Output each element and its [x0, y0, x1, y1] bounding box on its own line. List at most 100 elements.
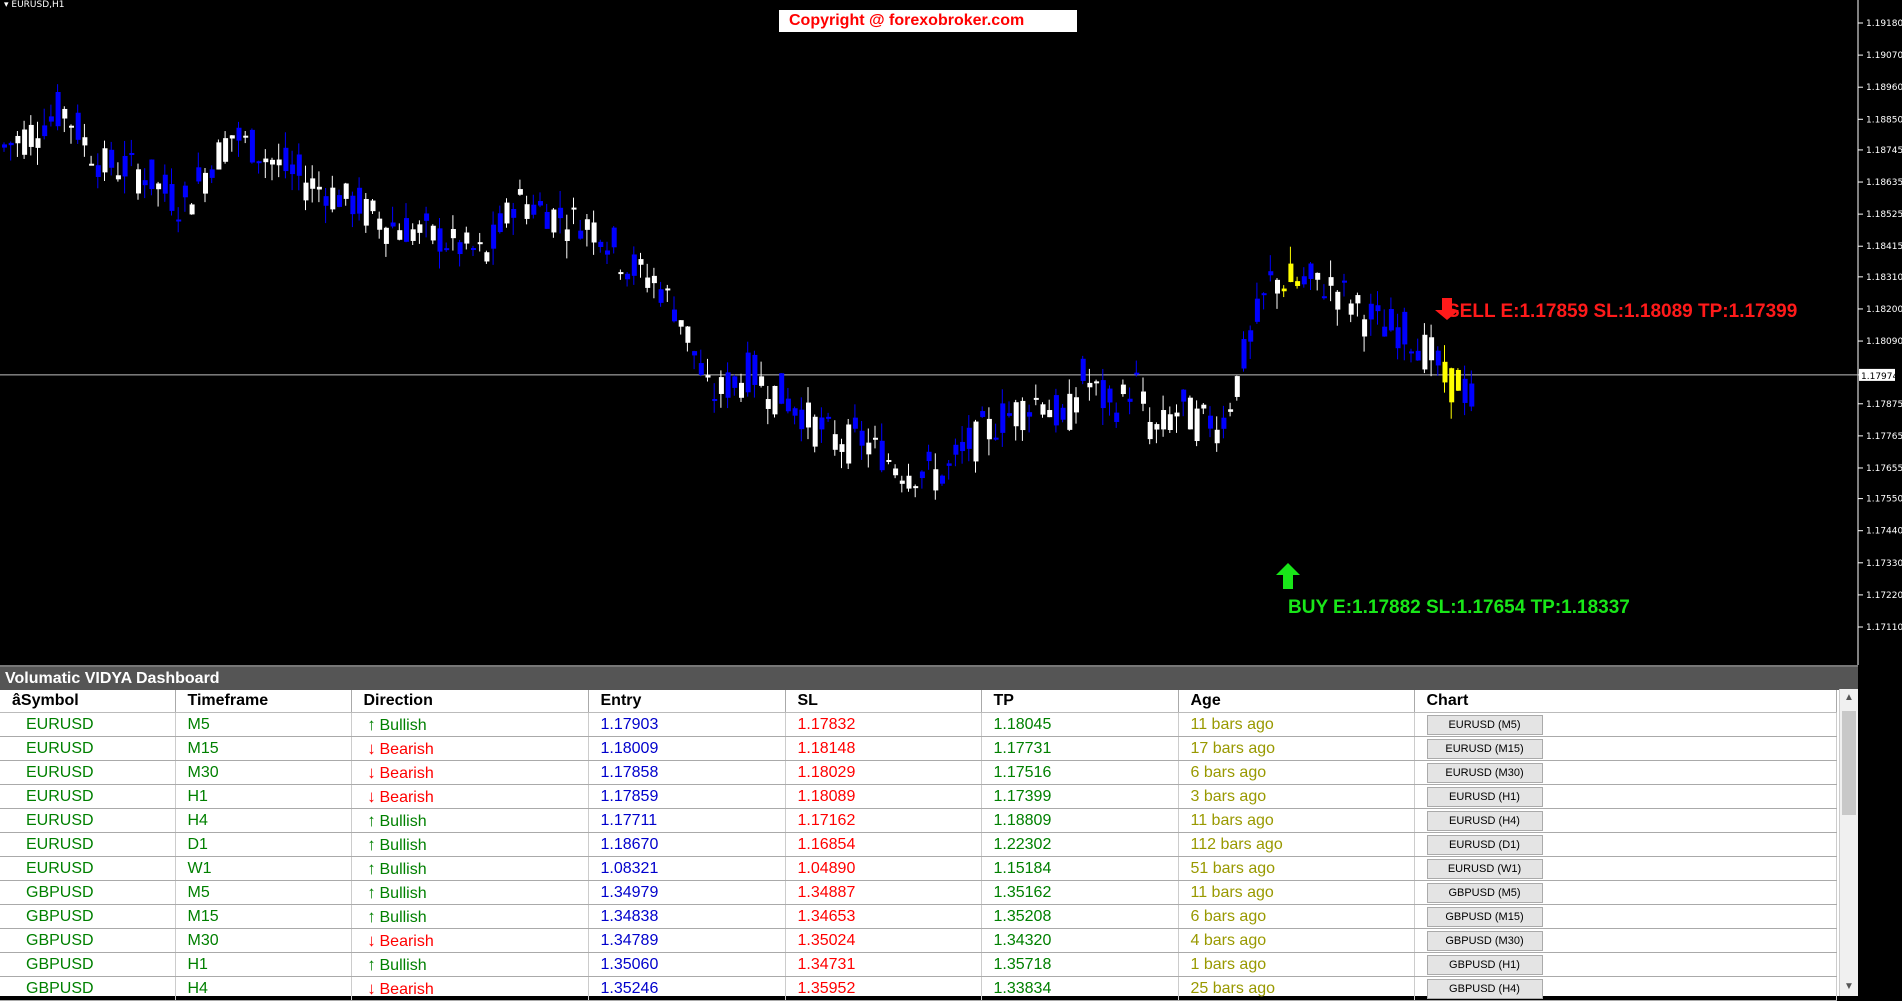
- candle-body: [819, 417, 825, 430]
- candle-body: [993, 437, 999, 440]
- symbol-cell: GBPUSD: [0, 952, 176, 977]
- candle-body: [1409, 351, 1414, 354]
- chart-cell: EURUSD (M30): [1414, 760, 1837, 785]
- tp-cell: 1.18045: [981, 712, 1179, 737]
- scroll-thumb[interactable]: [1842, 711, 1856, 815]
- symbol-cell: GBPUSD: [0, 904, 176, 929]
- candle-body: [109, 149, 115, 168]
- direction-cell: ↑ Bullish: [351, 808, 589, 833]
- direction-cell: ↑ Bullish: [351, 952, 589, 977]
- table-row: GBPUSD H1 ↑ Bullish 1.35060 1.34731 1.35718 1 b…: [0, 952, 1837, 977]
- candle-body: [1161, 410, 1167, 430]
- candle-body: [524, 204, 530, 219]
- direction-text: Bullish: [379, 884, 427, 902]
- candle-body: [75, 112, 81, 140]
- candle-body: [229, 135, 235, 139]
- candle-body: [350, 195, 356, 215]
- scroll-down-icon[interactable]: ▼: [1840, 978, 1858, 996]
- direction-text: Bearish: [379, 980, 434, 998]
- open-chart-button[interactable]: EURUSD (H4): [1426, 810, 1543, 831]
- table-row: GBPUSD H4 ↓ Bearish 1.35246 1.35952 1.33834 25 …: [0, 976, 1837, 1001]
- candlestick-chart[interactable]: 1.19180 1.19070 1.18960 1.18850 1.18745 1.186…: [0, 0, 1902, 665]
- candle-body: [102, 148, 108, 173]
- candle-body: [276, 159, 282, 166]
- column-header-age[interactable]: Age: [1178, 690, 1415, 713]
- candle-body: [1455, 369, 1461, 391]
- candle-body: [303, 182, 309, 201]
- candle-body: [852, 417, 858, 429]
- symbol-cell: GBPUSD: [0, 928, 176, 953]
- chart-cell: EURUSD (H4): [1414, 808, 1837, 833]
- candle-body: [363, 199, 369, 226]
- open-chart-button[interactable]: GBPUSD (H1): [1426, 954, 1543, 975]
- candle-body: [182, 185, 188, 198]
- chart-cell: EURUSD (M5): [1414, 712, 1837, 737]
- vertical-scrollbar[interactable]: ▲ ▼: [1839, 689, 1858, 996]
- candle-body: [873, 437, 878, 440]
- candle-body: [926, 451, 932, 462]
- column-header-tp[interactable]: TP: [981, 690, 1179, 713]
- open-chart-button[interactable]: EURUSD (H1): [1426, 786, 1543, 807]
- table-row: EURUSD M30 ↓ Bearish 1.17858 1.18029 1.17516 6 …: [0, 760, 1837, 785]
- open-chart-button[interactable]: GBPUSD (M5): [1426, 882, 1543, 903]
- candle-body: [966, 427, 972, 449]
- column-header-timeframe[interactable]: Timeframe: [175, 690, 352, 713]
- open-chart-button[interactable]: EURUSD (M30): [1426, 762, 1543, 783]
- column-header-chart[interactable]: Chart: [1414, 690, 1837, 713]
- candle-body: [410, 229, 416, 241]
- price-chart[interactable]: 1.19180 1.19070 1.18960 1.18850 1.18745 1.186…: [0, 0, 1902, 665]
- tp-cell: 1.35162: [981, 880, 1179, 905]
- scroll-up-icon[interactable]: ▲: [1840, 689, 1858, 707]
- open-chart-button[interactable]: EURUSD (M5): [1426, 714, 1543, 735]
- entry-cell: 1.18009: [588, 736, 786, 761]
- candle-body: [169, 184, 175, 211]
- candle-body: [149, 159, 155, 190]
- candle-body: [705, 375, 711, 378]
- direction-cell: ↓ Bearish: [351, 784, 589, 809]
- column-header-direction[interactable]: Direction: [351, 690, 589, 713]
- entry-cell: 1.34979: [588, 880, 786, 905]
- candle-body: [136, 169, 141, 194]
- candle-body: [645, 277, 651, 288]
- candle-body: [658, 289, 664, 303]
- column-header-symbol[interactable]: âSymbol: [0, 690, 176, 713]
- open-chart-button[interactable]: EURUSD (W1): [1426, 858, 1543, 879]
- candle-body: [792, 408, 798, 416]
- candle-body: [15, 135, 21, 144]
- age-cell: 17 bars ago: [1178, 736, 1415, 761]
- arrow-up-icon: ↑: [367, 858, 376, 878]
- open-chart-button[interactable]: GBPUSD (M30): [1426, 930, 1543, 951]
- symbol-cell: EURUSD: [0, 856, 176, 881]
- arrow-down-icon: ↓: [367, 930, 376, 950]
- column-header-entry[interactable]: Entry: [588, 690, 786, 713]
- open-chart-button[interactable]: EURUSD (D1): [1426, 834, 1543, 855]
- sl-cell: 1.04890: [785, 856, 982, 881]
- candle-body: [256, 161, 262, 164]
- sl-cell: 1.34653: [785, 904, 982, 929]
- chart-cell: EURUSD (D1): [1414, 832, 1837, 857]
- candle-body: [1141, 391, 1146, 404]
- dashboard-table: âSymbol Timeframe Direction Entry SL TP Age Cha…: [0, 690, 1837, 1001]
- candle-body: [678, 320, 684, 327]
- tp-cell: 1.34320: [981, 928, 1179, 953]
- candle-body: [913, 486, 919, 489]
- candle-body: [437, 228, 443, 252]
- candle-body: [370, 200, 376, 212]
- candle-body: [564, 229, 570, 241]
- open-chart-button[interactable]: GBPUSD (M15): [1426, 906, 1543, 927]
- candle-body: [879, 440, 885, 471]
- candle-body: [591, 222, 597, 243]
- open-chart-button[interactable]: EURUSD (M15): [1426, 738, 1543, 759]
- direction-text: Bearish: [379, 932, 434, 950]
- candle-body: [471, 248, 476, 251]
- candle-body: [491, 224, 497, 249]
- direction-cell: ↑ Bullish: [351, 832, 589, 857]
- price-tick-label: 1.17220: [1866, 591, 1902, 601]
- candle-body: [42, 125, 48, 137]
- column-header-sl[interactable]: SL: [785, 690, 982, 713]
- candle-body: [718, 377, 724, 394]
- candle-body: [343, 183, 349, 199]
- candle-body: [779, 373, 785, 404]
- candle-body: [450, 229, 456, 239]
- symbol-cell: EURUSD: [0, 760, 176, 785]
